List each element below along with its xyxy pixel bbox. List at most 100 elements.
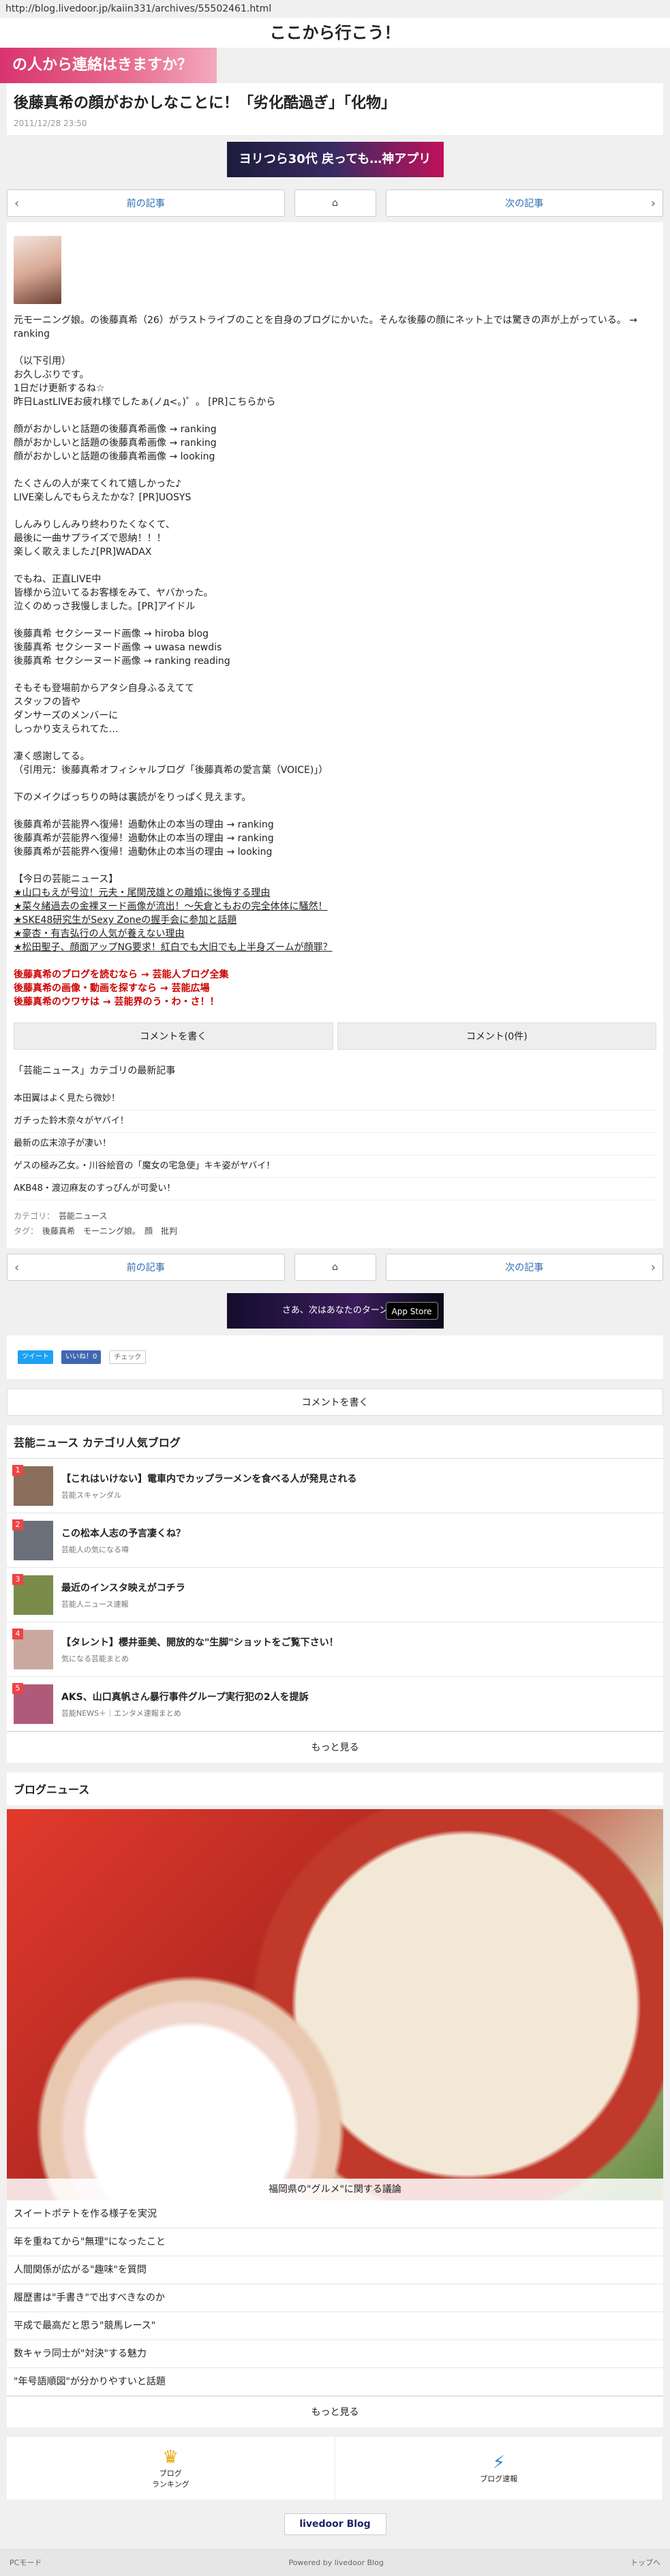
top-banner-image[interactable]: の人から連絡はきますか？ [0, 48, 217, 83]
like-button[interactable]: いいね！0 [61, 1350, 102, 1364]
category-latest-heading: 「芸能ニュース」カテゴリの最新記事 [14, 1065, 176, 1076]
back-to-top-link[interactable]: トップへ [630, 2557, 660, 2568]
tag-links[interactable]: 後藤真希 モーニング娘。 顔 批判 [42, 1226, 177, 1236]
category-article-link[interactable]: 最新の広末涼子が凄い！ [14, 1133, 656, 1155]
popular-title: AKS、山口真帆さん暴行事件グループ実行犯の2人を提訴 [61, 1691, 309, 1703]
article-body: 元モーニング娘。の後藤真希（26）がラストライブのことを自身のブログにかいた。そ… [7, 222, 663, 1248]
category-latest: 「芸能ニュース」カテゴリの最新記事 本田翼はよく見たら微妙！ ガチった鈴木奈々が… [14, 1063, 656, 1200]
write-comment-button[interactable]: コメントを書く [14, 1022, 333, 1050]
category-article-link[interactable]: ガチった鈴木奈々がヤバイ！ [14, 1110, 656, 1133]
blog-news-link[interactable]: 平成で最高だと思う"競馬レース" [7, 2312, 663, 2340]
popular-thumb: 1 [12, 1464, 53, 1506]
today-news-link[interactable]: ★山口もえが号泣！元夫・尾関茂雄との離婚に後悔する理由 [14, 888, 270, 898]
check-button[interactable]: チェック [109, 1350, 147, 1364]
blog-news-caption[interactable]: 福岡県の"グルメ"に関する議論 [7, 2179, 663, 2200]
para-8: 凄く感謝してる。 （引用元：後藤真希オフィシャルブログ「後藤真希の愛言葉（VOI… [14, 751, 329, 776]
home-icon: ⌂ [332, 198, 338, 209]
next-label: 次の記事 [505, 1262, 544, 1273]
next-article-button[interactable]: 次の記事 › [385, 190, 663, 217]
rank-number: 2 [12, 1519, 23, 1530]
lightning-icon: ⚡ [492, 2453, 505, 2473]
popular-source: 芸能人ニュース速報 [61, 1599, 129, 1609]
blog-news-heading: ブログニュース [14, 1783, 90, 1796]
blog-news-featured-image[interactable]: 福岡県の"グルメ"に関する議論 [7, 1809, 663, 2200]
page-footer: PCモード Powered by livedoor Blog トップへ [0, 2549, 670, 2576]
para-0: 元モーニング娘。の後藤真希（26）がラストライブのことを自身のブログにかいた。そ… [14, 315, 638, 339]
blog-link[interactable]: 後藤真希のウワサは → 芸能界のう・わ・さ！！ [14, 995, 656, 1009]
powered-by: Powered by livedoor Blog [288, 2558, 384, 2567]
app-store-badge[interactable]: App Store [385, 1302, 438, 1320]
article-header: 後藤真希の顔がおかしなことに！「劣化酷過ぎ」「化物」 2011/12/28 23… [7, 83, 663, 135]
popular-title: 【タレント】櫻井亜美、開放的な"生脚"ショットをご覧下さい！ [61, 1637, 339, 1648]
rank-number: 4 [12, 1628, 23, 1639]
ad-banner-1-image[interactable]: ヨリつら30代 戻っても…神アプリ [226, 142, 444, 177]
para-3: たくさんの人が来てくれて嬉しかった♪ LIVE楽しんでもらえたかな？[PR]UO… [14, 479, 192, 503]
popular-source: 芸能人の気になる噂 [61, 1545, 129, 1554]
home-button[interactable]: ⌂ [294, 1254, 376, 1281]
blog-news-link[interactable]: 年を重ねてから"無理"になったこと [7, 2228, 663, 2256]
article-meta: カテゴリ： 芸能ニュース タグ： 後藤真希 モーニング娘。 顔 批判 [14, 1209, 656, 1239]
top-banner[interactable]: の人から連絡はきますか？ [0, 48, 670, 83]
popular-source: 気になる芸能まとめ [61, 1654, 129, 1663]
blog-ranking-label: ブログ ランキング [151, 2469, 189, 2489]
livedoor-logo-area: livedoor Blog [0, 2500, 670, 2549]
site-title[interactable]: ここから行こう！ [0, 18, 670, 48]
ad-banner-2-image[interactable]: さあ、次はあなたのターン App Store [226, 1293, 444, 1329]
article-photo [14, 236, 61, 304]
rank-number: 1 [12, 1464, 23, 1476]
home-button[interactable]: ⌂ [294, 190, 376, 217]
popular-item[interactable]: 5 AKS、山口真帆さん暴行事件グループ実行犯の2人を提訴 芸能NEWS＋｜エンタメ… [7, 1677, 663, 1731]
prev-article-button[interactable]: ‹ 前の記事 [7, 1254, 285, 1281]
pc-mode-link[interactable]: PCモード [10, 2557, 42, 2568]
next-article-button[interactable]: 次の記事 › [385, 1254, 663, 1281]
today-news-link[interactable]: ★菜々緒過去の金裸ヌード画像が流出！～矢倉ともおの完全体体に騒然！ [14, 901, 328, 912]
blog-news-flash-link[interactable]: ⚡ ブログ速報 [335, 2437, 663, 2500]
blog-link[interactable]: 後藤真希の画像・動画を探すなら → 芸能広場 [14, 982, 656, 995]
today-news-link[interactable]: ★豪杏・有吉弘行の人気が養えない理由 [14, 928, 185, 939]
ad-banner-1[interactable]: ヨリつら30代 戻っても…神アプリ [0, 135, 670, 184]
blog-news-link[interactable]: 履歴書は"手書き"で出すべきなのか [7, 2284, 663, 2312]
popular-item[interactable]: 1 【これはいけない】電車内でカップラーメンを食べる人が発見される 芸能スキャンダル [7, 1459, 663, 1513]
next-label: 次の記事 [505, 198, 544, 209]
blog-news-link[interactable]: 人間関係が広がる"趣味"を質問 [7, 2256, 663, 2284]
ad-banner-2-text: さあ、次はあなたのターン [281, 1305, 389, 1316]
popular-blogs: 芸能ニュース カテゴリ人気ブログ 1 【これはいけない】電車内でカップラーメンを食… [7, 1425, 663, 1763]
popular-more-button[interactable]: もっと見る [7, 1731, 663, 1763]
blog-ranking-link[interactable]: ♛ ブログ ランキング [7, 2437, 335, 2500]
article-title: 後藤真希の顔がおかしなことに！「劣化酷過ぎ」「化物」 [14, 95, 397, 112]
popular-title: 【これはいけない】電車内でカップラーメンを食べる人が発見される [61, 1473, 357, 1485]
blog-link[interactable]: 後藤真希のブログを読むなら → 芸能人ブログ全集 [14, 968, 656, 982]
today-news-heading: 【今日の芸能ニュース】 [14, 874, 119, 885]
prev-article-button[interactable]: ‹ 前の記事 [7, 190, 285, 217]
today-news-item: ★松田聖子、顔面アップNG要求！紅白でも大旧でも上半身ズームが顔罪？ [14, 941, 656, 954]
chevron-left-icon: ‹ [14, 1260, 20, 1275]
article-nav-bottom: ‹ 前の記事 ⌂ 次の記事 › [0, 1254, 670, 1281]
blog-news-link[interactable]: 数キャラ同士が"対決"する魅力 [7, 2340, 663, 2368]
popular-title: 最近のインスタ映えがコチラ [61, 1582, 185, 1594]
footer-nav: ♛ ブログ ランキング ⚡ ブログ速報 [7, 2437, 663, 2500]
popular-thumb: 3 [12, 1573, 53, 1615]
ad-banner-2[interactable]: さあ、次はあなたのターン App Store [0, 1286, 670, 1335]
rank-number: 3 [12, 1573, 23, 1585]
popular-source: 芸能スキャンダル [61, 1490, 121, 1500]
comment-bar[interactable]: コメントを書く [7, 1389, 663, 1416]
blog-news-list: スイートポテトを作る様子を実況 年を重ねてから"無理"になったこと 人間関係が広… [7, 2200, 663, 2427]
popular-item[interactable]: 2 この松本人志の予言凄くね？ 芸能人の気になる噂 [7, 1513, 663, 1568]
today-news-link[interactable]: ★松田聖子、顔面アップNG要求！紅白でも大旧でも上半身ズームが顔罪？ [14, 942, 332, 953]
blog-news-link[interactable]: "年号語順図"が分かりやすいと話題 [7, 2368, 663, 2396]
popular-item[interactable]: 4 【タレント】櫻井亜美、開放的な"生脚"ショットをご覧下さい！ 気になる芸能まとめ [7, 1622, 663, 1677]
category-article-link[interactable]: 本田翼はよく見たら微妙！ [14, 1088, 656, 1110]
category-article-link[interactable]: ゲスの極み乙女。・川谷絵音の「魔女の宅急便」キキ姿がヤバイ！ [14, 1155, 656, 1178]
livedoor-blog-logo[interactable]: livedoor Blog [284, 2513, 386, 2535]
category-label: カテゴリ： [14, 1211, 55, 1221]
blog-news-link[interactable]: スイートポテトを作る様子を実況 [7, 2200, 663, 2228]
category-article-link[interactable]: AKB48・渡辺麻友のすっぴんが可愛い！ [14, 1178, 656, 1200]
tweet-button[interactable]: ツイート [18, 1350, 53, 1364]
blog-news-more-button[interactable]: もっと見る [7, 2396, 663, 2427]
popular-heading: 芸能ニュース カテゴリ人気ブログ [7, 1425, 663, 1459]
category-link[interactable]: 芸能ニュース [59, 1211, 107, 1221]
popular-item[interactable]: 3 最近のインスタ映えがコチラ 芸能人ニュース速報 [7, 1568, 663, 1622]
rank-number: 5 [12, 1682, 23, 1694]
comment-count-button[interactable]: コメント(0件) [337, 1022, 656, 1050]
today-news-link[interactable]: ★SKE48研究生がSexy Zoneの握手会に参加と話題 [14, 915, 237, 926]
